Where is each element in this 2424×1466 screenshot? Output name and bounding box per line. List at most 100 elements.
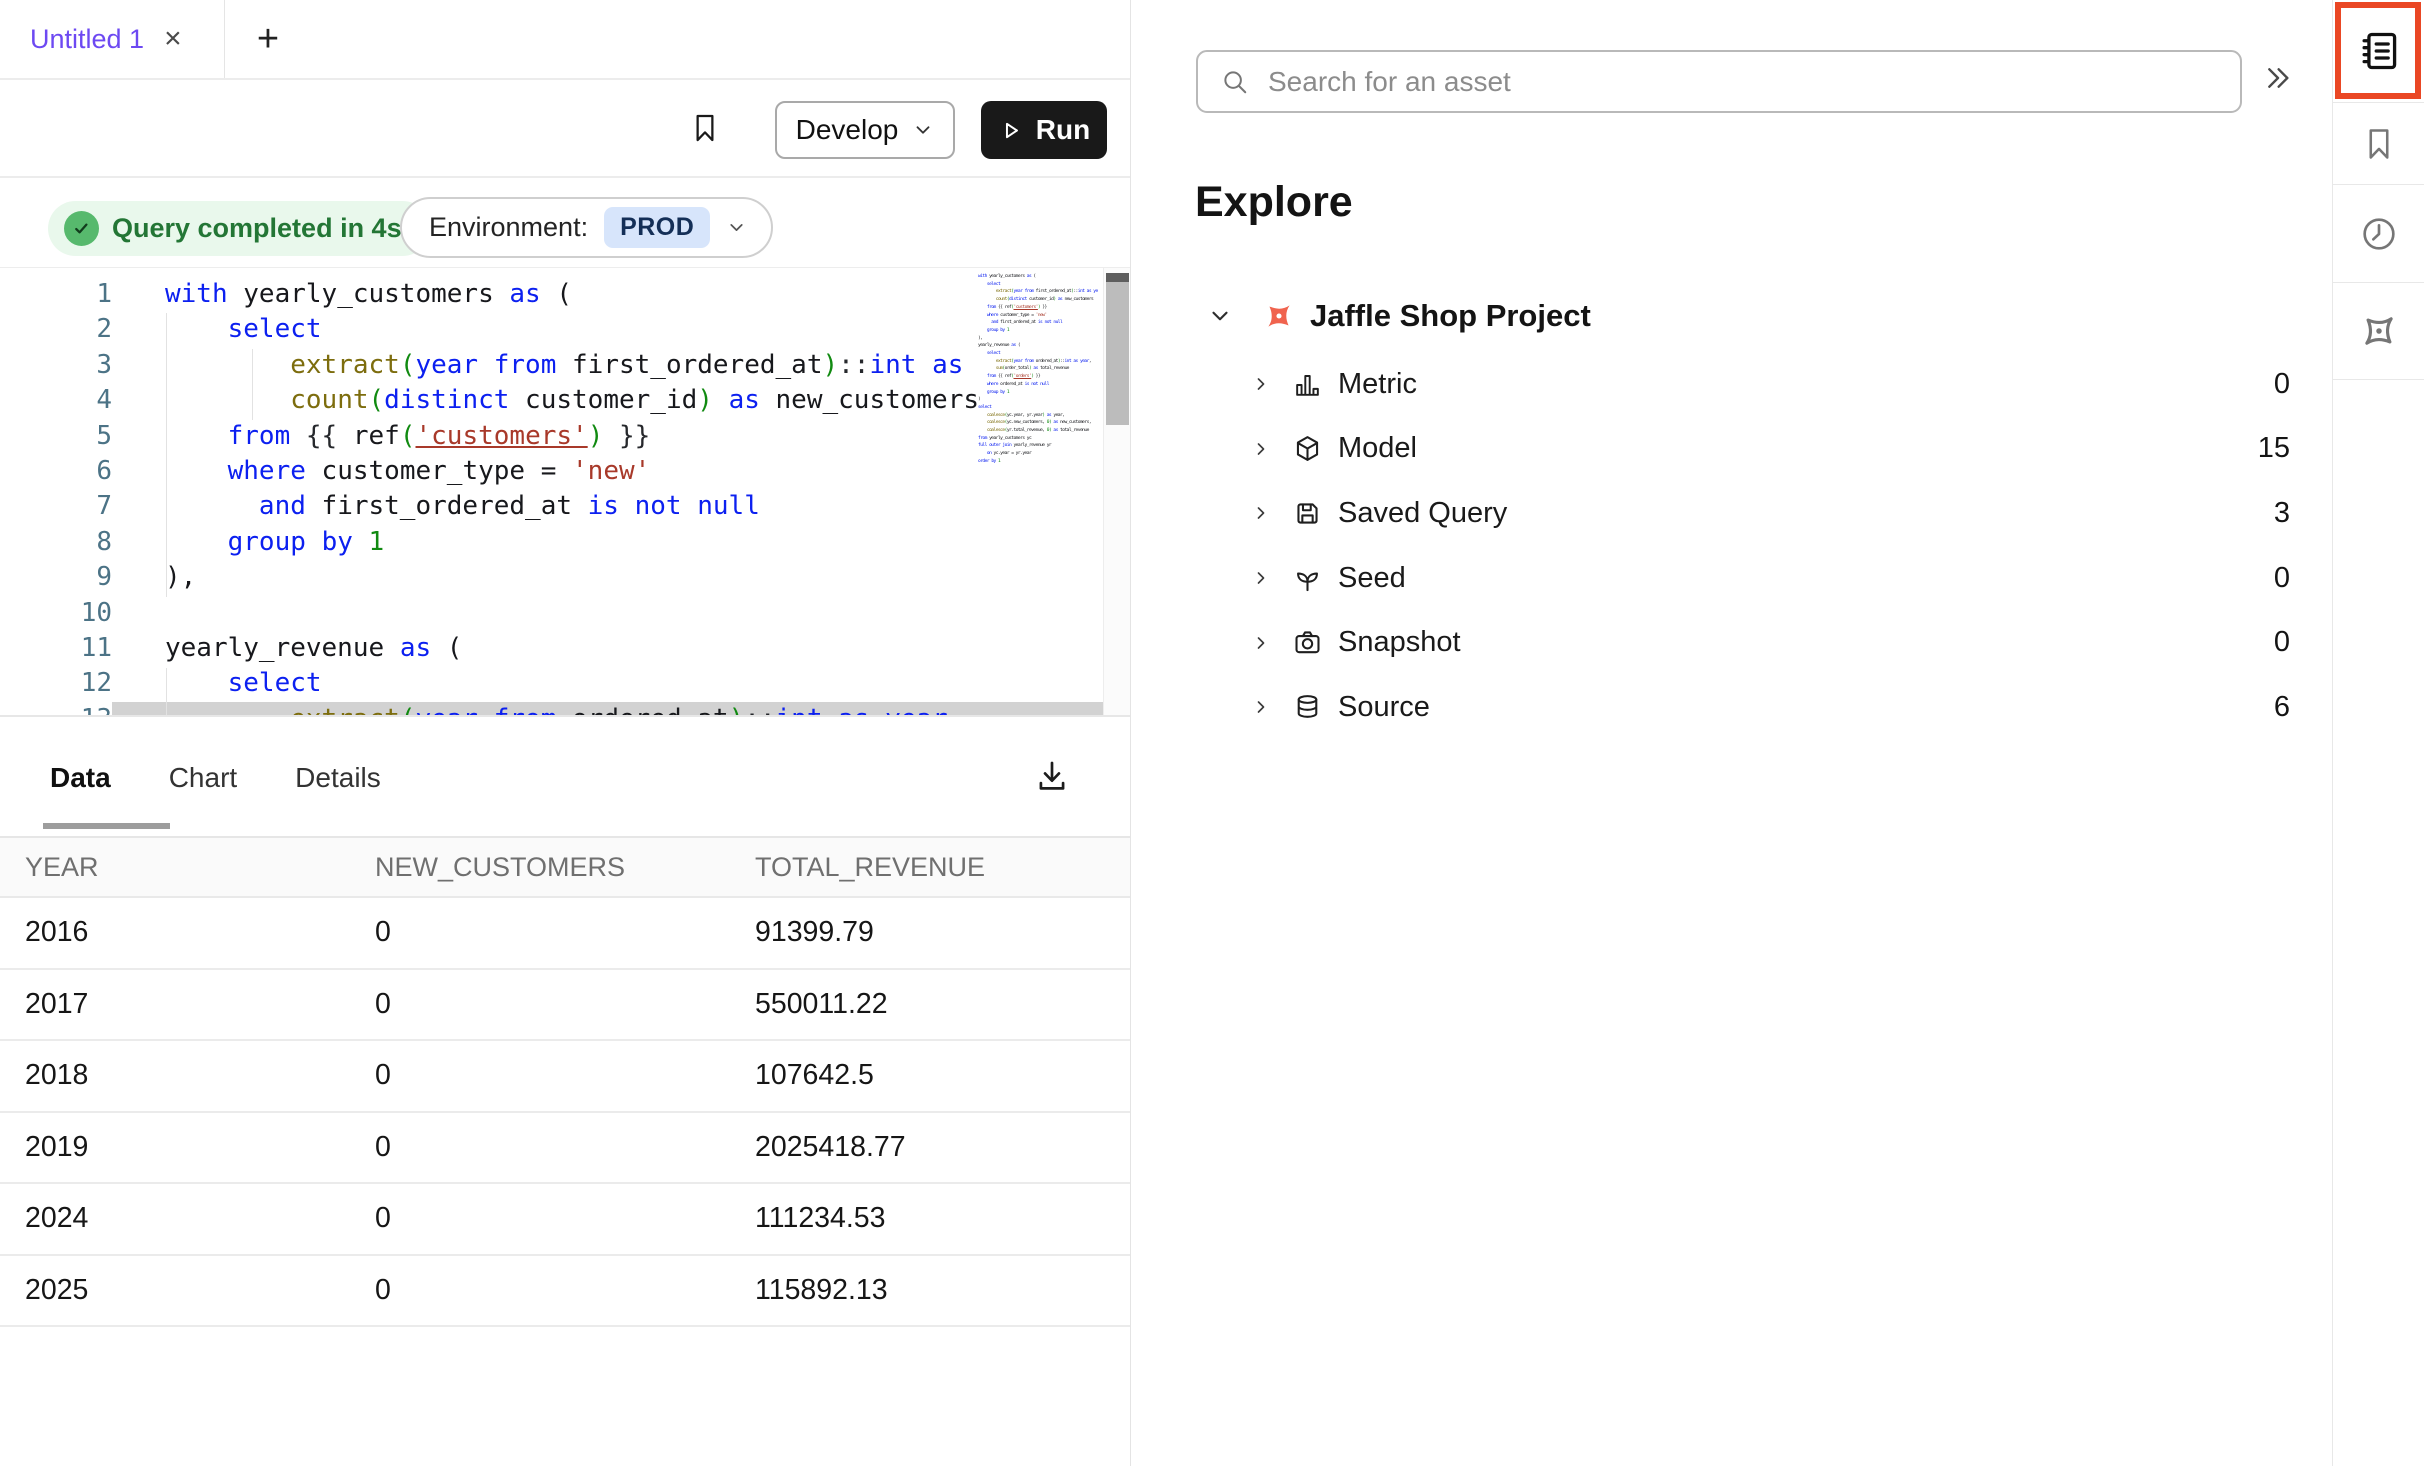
minimap-line: extract(year from ordered_at)::int as ye… [978, 358, 1098, 366]
table-cell: 2016 [0, 916, 375, 949]
rail-button-dbt-outline[interactable] [2333, 283, 2424, 380]
minimap-line: coalesce(yc.year, yr.year) as year, [978, 412, 1098, 420]
minimap-line: group by 1 [978, 327, 1098, 335]
table-row: 20170550011.22 [0, 970, 1130, 1042]
tree-item-source[interactable]: Source6 [1131, 675, 2332, 740]
explore-heading: Explore [1195, 178, 1353, 227]
bookmark-icon [2360, 125, 2398, 163]
table-header-row: YEARNEW_CUSTOMERSTOTAL_REVENUE [0, 838, 1130, 898]
develop-label: Develop [796, 114, 899, 146]
tree-item-count: 15 [2258, 432, 2290, 465]
minimap-line: coalesce(yr.total_revenue, 0) as total_r… [978, 427, 1098, 435]
rail-button-catalog[interactable] [2333, 0, 2424, 103]
chevron-right-icon[interactable] [1251, 503, 1271, 523]
close-icon[interactable]: × [164, 24, 182, 54]
table-row: 20250115892.13 [0, 1256, 1130, 1328]
line-number: 10 [0, 596, 112, 631]
minimap-line: where customer_type = 'new' [978, 312, 1098, 320]
line-number: 9 [0, 560, 112, 595]
query-status-text: Query completed in 4s [112, 213, 402, 244]
search-icon [1220, 67, 1250, 97]
code-text: extract(year from first_ordered_at)::int… [112, 348, 1103, 383]
code-text: extract(year from ordered_at)::int as ye… [112, 702, 1103, 717]
line-number: 8 [0, 525, 112, 560]
table-row: 2016091399.79 [0, 898, 1130, 970]
right-rail [2332, 0, 2424, 1466]
run-button[interactable]: Run [981, 101, 1107, 159]
code-text: select [112, 312, 1103, 347]
code-text: group by 1 [112, 525, 1103, 560]
code-text: with yearly_customers as ( [112, 277, 1103, 312]
chevron-right-icon[interactable] [1251, 633, 1271, 653]
scrollbar-thumb[interactable] [1106, 273, 1129, 425]
chevron-right-icon[interactable] [1251, 697, 1271, 717]
chevron-down-icon[interactable] [1207, 303, 1233, 329]
table-cell: 0 [375, 1059, 755, 1092]
tree-item-label: Source [1338, 691, 1430, 724]
new-tab-button[interactable]: + [238, 0, 298, 78]
table-cell: 0 [375, 1202, 755, 1235]
double-chevron-right-icon[interactable] [2262, 62, 2306, 102]
table-cell: 115892.13 [755, 1274, 1130, 1307]
rail-button-bookmark[interactable] [2333, 103, 2424, 185]
code-text [112, 596, 1103, 631]
tree-item-seed[interactable]: Seed0 [1131, 546, 2332, 611]
tab-data[interactable]: Data [50, 719, 111, 836]
dbt-outline-icon [2357, 309, 2401, 353]
tab-bar: Untitled 1 × + [0, 0, 1130, 80]
minimap-line: count(distinct customer_id) as new_custo… [978, 296, 1098, 304]
minimap-line: sum(order_total) as total_revenue [978, 365, 1098, 373]
toolbar: Develop Run [0, 80, 1130, 178]
indent-guide [252, 349, 253, 420]
code-line[interactable]: 11yearly_revenue as ( [0, 631, 1103, 666]
table-cell: 0 [375, 916, 755, 949]
tree-item-saved-query[interactable]: Saved Query3 [1131, 481, 2332, 546]
minimap-line: from {{ ref('orders') }} [978, 373, 1098, 381]
minimap-line: and first_ordered_at is not null [978, 319, 1098, 327]
download-icon[interactable] [1033, 757, 1077, 801]
table-cell: 111234.53 [755, 1202, 1130, 1235]
editor-scrollbar[interactable] [1103, 268, 1130, 716]
search-input[interactable] [1268, 66, 2220, 98]
tree-item-label: Model [1338, 432, 1417, 465]
tab-divider [224, 0, 225, 78]
indent-guide [166, 313, 167, 597]
chevron-right-icon[interactable] [1251, 439, 1271, 459]
code-line[interactable]: 10 [0, 596, 1103, 631]
chevron-right-icon[interactable] [1251, 568, 1271, 588]
tree-item-project[interactable]: Jaffle Shop Project [1195, 290, 2295, 342]
minimap-line: extract(year from first_ordered_at)::int… [978, 288, 1098, 296]
sql-editor[interactable]: 1with yearly_customers as (2 select3 ext… [0, 267, 1130, 717]
tree-item-label: Metric [1338, 368, 1417, 401]
bookmark-icon[interactable] [688, 108, 728, 152]
code-text: from {{ ref('customers') }} [112, 419, 1103, 454]
minimap-line: from {{ ref('customers') }} [978, 304, 1098, 312]
tab-untitled-1[interactable]: Untitled 1 × [0, 0, 224, 78]
chevron-right-icon[interactable] [1251, 374, 1271, 394]
results-tabs: Data Chart Details [50, 719, 381, 836]
code-text: yearly_revenue as ( [112, 631, 1103, 666]
tree-item-metric[interactable]: Metric0 [1131, 352, 2332, 417]
tree-item-snapshot[interactable]: Snapshot0 [1131, 610, 2332, 675]
minimap-line: select [978, 404, 1098, 412]
explore-panel: Explore Jaffle Shop Project Metric0Model… [1131, 0, 2332, 1466]
seed-icon [1292, 563, 1323, 594]
code-line[interactable]: 1with yearly_customers as ( [0, 277, 1103, 312]
minimap[interactable]: with yearly_customers as ( select extrac… [978, 273, 1098, 507]
rail-button-history[interactable] [2333, 185, 2424, 283]
asset-search-box[interactable] [1196, 50, 2242, 113]
minimap-line: ) [978, 396, 1098, 404]
minimap-line: order by 1 [978, 458, 1098, 466]
develop-dropdown[interactable]: Develop [775, 101, 955, 159]
table-cell: 2025418.77 [755, 1131, 1130, 1164]
tab-details[interactable]: Details [295, 719, 381, 836]
tree-item-count: 0 [2274, 626, 2290, 659]
tree-item-model[interactable]: Model 15 [1131, 417, 2332, 482]
environment-dropdown[interactable]: Environment: PROD [400, 197, 773, 258]
table-cell: 0 [375, 1131, 755, 1164]
table-row: 201902025418.77 [0, 1113, 1130, 1185]
table-body: 2016091399.7920170550011.2220180107642.5… [0, 898, 1130, 1327]
table-cell: 0 [375, 1274, 755, 1307]
tab-chart[interactable]: Chart [169, 719, 237, 836]
table-row: 20180107642.5 [0, 1041, 1130, 1113]
